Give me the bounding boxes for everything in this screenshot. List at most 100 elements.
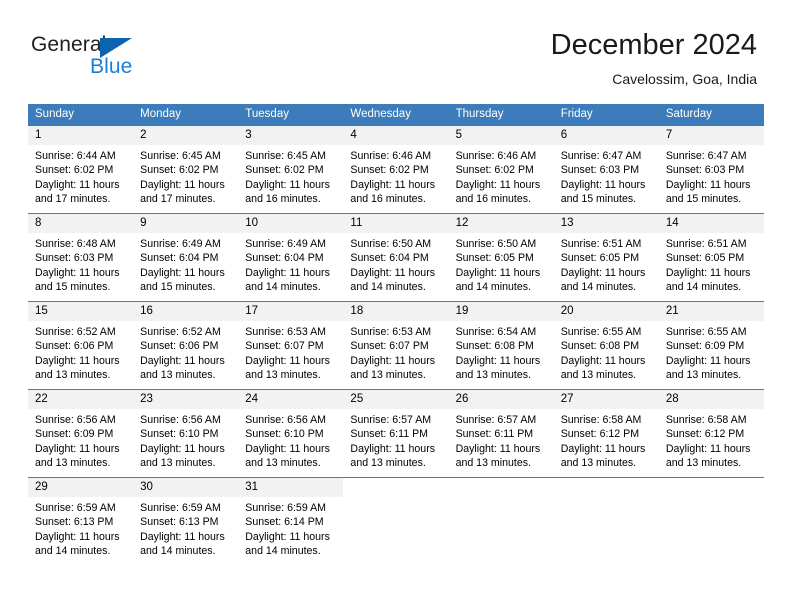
- daylight-text-line1: Daylight: 11 hours: [140, 354, 225, 367]
- day-cell[interactable]: 22 Sunrise: 6:56 AM Sunset: 6:09 PM Dayl…: [28, 390, 134, 477]
- day-cell[interactable]: 12 Sunrise: 6:50 AM Sunset: 6:05 PM Dayl…: [448, 214, 554, 301]
- day-cell-empty: [553, 478, 659, 565]
- day-number: 19: [455, 305, 469, 317]
- day-details: Sunrise: 6:46 AM Sunset: 6:02 PM Dayligh…: [343, 145, 448, 207]
- day-cell[interactable]: 23 Sunrise: 6:56 AM Sunset: 6:10 PM Dayl…: [133, 390, 239, 477]
- sunrise-text: Sunrise: 6:59 AM: [140, 502, 221, 514]
- daylight-text-line2: and 16 minutes.: [350, 193, 426, 206]
- day-details: Sunrise: 6:52 AM Sunset: 6:06 PM Dayligh…: [28, 321, 133, 383]
- day-number: 15: [35, 305, 48, 317]
- day-cell[interactable]: 28 Sunrise: 6:58 AM Sunset: 6:12 PM Dayl…: [658, 390, 764, 477]
- day-cell[interactable]: 13 Sunrise: 6:51 AM Sunset: 6:05 PM Dayl…: [553, 214, 659, 301]
- page-title: December 2024: [550, 29, 757, 61]
- sunset-text: Sunset: 6:09 PM: [35, 428, 114, 441]
- day-cell[interactable]: 17 Sunrise: 6:53 AM Sunset: 6:07 PM Dayl…: [238, 302, 344, 389]
- day-details: Sunrise: 6:55 AM Sunset: 6:09 PM Dayligh…: [659, 321, 764, 383]
- weekday-header-saturday: Saturday: [665, 108, 712, 120]
- day-number-strip: 6: [553, 126, 659, 145]
- general-blue-logo[interactable]: General Blue: [31, 33, 201, 81]
- day-cell[interactable]: 14 Sunrise: 6:51 AM Sunset: 6:05 PM Dayl…: [658, 214, 764, 301]
- day-number: 2: [140, 129, 147, 141]
- day-cell[interactable]: 15 Sunrise: 6:52 AM Sunset: 6:06 PM Dayl…: [28, 302, 134, 389]
- day-number: 25: [350, 393, 364, 405]
- daylight-text-line1: Daylight: 11 hours: [35, 354, 120, 367]
- sunset-text: Sunset: 6:07 PM: [245, 340, 324, 353]
- day-number: 5: [455, 129, 462, 141]
- day-number-strip: 29: [28, 478, 134, 497]
- daylight-text-line1: Daylight: 11 hours: [350, 354, 436, 367]
- sunrise-text: Sunrise: 6:45 AM: [245, 150, 326, 162]
- day-cell[interactable]: 2 Sunrise: 6:45 AM Sunset: 6:02 PM Dayli…: [133, 126, 239, 213]
- daylight-text-line1: Daylight: 11 hours: [245, 442, 330, 455]
- sunrise-text: Sunrise: 6:53 AM: [245, 326, 326, 338]
- day-cell-empty: [658, 478, 764, 565]
- daylight-text-line2: and 15 minutes.: [560, 193, 637, 206]
- week-row: 8 Sunrise: 6:48 AM Sunset: 6:03 PM Dayli…: [28, 213, 764, 301]
- day-details: Sunrise: 6:57 AM Sunset: 6:11 PM Dayligh…: [343, 409, 448, 471]
- day-cell[interactable]: 5 Sunrise: 6:46 AM Sunset: 6:02 PM Dayli…: [448, 126, 554, 213]
- daylight-text-line2: and 14 minutes.: [665, 281, 742, 294]
- day-cell[interactable]: 11 Sunrise: 6:50 AM Sunset: 6:04 PM Dayl…: [343, 214, 449, 301]
- sunrise-text: Sunrise: 6:57 AM: [455, 414, 537, 426]
- day-cell-empty: [448, 478, 554, 565]
- day-details: Sunrise: 6:49 AM Sunset: 6:04 PM Dayligh…: [133, 233, 238, 295]
- daylight-text-line1: Daylight: 11 hours: [140, 266, 225, 279]
- daylight-text-line2: and 13 minutes.: [560, 369, 637, 382]
- day-cell[interactable]: 7 Sunrise: 6:47 AM Sunset: 6:03 PM Dayli…: [658, 126, 764, 213]
- day-cell[interactable]: 4 Sunrise: 6:46 AM Sunset: 6:02 PM Dayli…: [343, 126, 449, 213]
- day-cell[interactable]: 18 Sunrise: 6:53 AM Sunset: 6:07 PM Dayl…: [343, 302, 449, 389]
- daylight-text-line1: Daylight: 11 hours: [350, 178, 436, 191]
- day-cell[interactable]: 3 Sunrise: 6:45 AM Sunset: 6:02 PM Dayli…: [238, 126, 344, 213]
- day-number-strip: 7: [658, 126, 764, 145]
- day-cell[interactable]: 8 Sunrise: 6:48 AM Sunset: 6:03 PM Dayli…: [28, 214, 134, 301]
- day-number: 1: [35, 129, 42, 141]
- day-cell[interactable]: 20 Sunrise: 6:55 AM Sunset: 6:08 PM Dayl…: [553, 302, 659, 389]
- day-details: Sunrise: 6:58 AM Sunset: 6:12 PM Dayligh…: [659, 409, 764, 471]
- day-number-strip: 15: [28, 302, 134, 321]
- day-cell[interactable]: 6 Sunrise: 6:47 AM Sunset: 6:03 PM Dayli…: [553, 126, 659, 213]
- day-cell[interactable]: 24 Sunrise: 6:56 AM Sunset: 6:10 PM Dayl…: [238, 390, 344, 477]
- day-cell[interactable]: 25 Sunrise: 6:57 AM Sunset: 6:11 PM Dayl…: [343, 390, 449, 477]
- day-cell[interactable]: 30 Sunrise: 6:59 AM Sunset: 6:13 PM Dayl…: [133, 478, 239, 565]
- day-number-strip: 26: [448, 390, 554, 409]
- sunset-text: Sunset: 6:05 PM: [455, 252, 534, 265]
- day-number: 8: [35, 217, 42, 229]
- sunset-text: Sunset: 6:02 PM: [350, 164, 429, 177]
- day-number: 31: [245, 481, 259, 493]
- day-details: Sunrise: 6:51 AM Sunset: 6:05 PM Dayligh…: [659, 233, 764, 295]
- week-row: 15 Sunrise: 6:52 AM Sunset: 6:06 PM Dayl…: [28, 301, 764, 389]
- day-cell[interactable]: 10 Sunrise: 6:49 AM Sunset: 6:04 PM Dayl…: [238, 214, 344, 301]
- daylight-text-line1: Daylight: 11 hours: [140, 530, 225, 543]
- sunset-text: Sunset: 6:13 PM: [35, 516, 114, 529]
- day-cell[interactable]: 31 Sunrise: 6:59 AM Sunset: 6:14 PM Dayl…: [238, 478, 344, 565]
- sunrise-text: Sunrise: 6:55 AM: [665, 326, 747, 338]
- sunrise-text: Sunrise: 6:50 AM: [350, 238, 432, 250]
- sunset-text: Sunset: 6:06 PM: [140, 340, 219, 353]
- daylight-text-line2: and 13 minutes.: [35, 457, 111, 470]
- day-cell[interactable]: 26 Sunrise: 6:57 AM Sunset: 6:11 PM Dayl…: [448, 390, 554, 477]
- sunset-text: Sunset: 6:02 PM: [35, 164, 114, 177]
- day-number: 20: [560, 305, 574, 317]
- day-cell[interactable]: 19 Sunrise: 6:54 AM Sunset: 6:08 PM Dayl…: [448, 302, 554, 389]
- day-cell[interactable]: 9 Sunrise: 6:49 AM Sunset: 6:04 PM Dayli…: [133, 214, 239, 301]
- sunrise-text: Sunrise: 6:50 AM: [455, 238, 537, 250]
- day-cell[interactable]: 1 Sunrise: 6:44 AM Sunset: 6:02 PM Dayli…: [28, 126, 134, 213]
- sunrise-text: Sunrise: 6:58 AM: [560, 414, 642, 426]
- day-details: Sunrise: 6:54 AM Sunset: 6:08 PM Dayligh…: [449, 321, 554, 383]
- daylight-text-line1: Daylight: 11 hours: [35, 442, 120, 455]
- sunset-text: Sunset: 6:03 PM: [560, 164, 640, 177]
- daylight-text-line1: Daylight: 11 hours: [35, 266, 120, 279]
- day-number: 27: [560, 393, 574, 405]
- sunrise-text: Sunrise: 6:51 AM: [560, 238, 642, 250]
- daylight-text-line2: and 13 minutes.: [140, 457, 216, 470]
- daylight-text-line1: Daylight: 11 hours: [455, 266, 541, 279]
- day-details: Sunrise: 6:59 AM Sunset: 6:14 PM Dayligh…: [238, 497, 343, 559]
- day-cell[interactable]: 27 Sunrise: 6:58 AM Sunset: 6:12 PM Dayl…: [553, 390, 659, 477]
- day-number: 10: [245, 217, 259, 229]
- day-details: Sunrise: 6:44 AM Sunset: 6:02 PM Dayligh…: [28, 145, 133, 207]
- weekday-header-monday: Monday: [140, 108, 182, 120]
- day-cell[interactable]: 21 Sunrise: 6:55 AM Sunset: 6:09 PM Dayl…: [658, 302, 764, 389]
- day-cell[interactable]: 29 Sunrise: 6:59 AM Sunset: 6:13 PM Dayl…: [28, 478, 134, 565]
- day-number-strip: 20: [553, 302, 659, 321]
- day-cell[interactable]: 16 Sunrise: 6:52 AM Sunset: 6:06 PM Dayl…: [133, 302, 239, 389]
